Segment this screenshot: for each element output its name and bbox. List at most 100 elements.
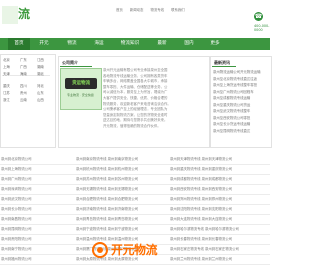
region-link[interactable]: 湖南 bbox=[37, 65, 44, 69]
row-divider bbox=[0, 174, 270, 175]
route-link[interactable]: 泉州到青岛物流专线 泉州到青岛物流公司 bbox=[76, 217, 138, 221]
news-item[interactable]: 泉州至北京物流专线直达往返 bbox=[213, 77, 257, 81]
row-divider bbox=[0, 184, 270, 185]
news-item[interactable]: 泉州至上海货运专线整车零担 bbox=[213, 83, 257, 87]
route-link[interactable]: 泉州到南宁物流公司 bbox=[1, 247, 32, 251]
nav-item-home[interactable]: 首页 bbox=[8, 38, 30, 50]
route-link[interactable]: 泉州到哈尔滨物流专线 泉州到哈尔滨物流公司 bbox=[170, 227, 239, 231]
route-link[interactable]: 泉州到重庆物流专线 泉州到重庆物流公司 bbox=[170, 167, 232, 171]
news-item[interactable]: 泉州至武汉物流专线整车 bbox=[213, 109, 250, 113]
region-link[interactable]: 北京 bbox=[3, 58, 10, 62]
hotline-number: 400-000-0000 bbox=[254, 24, 270, 32]
route-link[interactable]: 泉州到深圳物流公司 bbox=[1, 187, 32, 191]
region-link[interactable]: 广东 bbox=[20, 58, 27, 62]
region-link[interactable]: 海南 bbox=[20, 72, 27, 76]
news-item[interactable]: 泉州至广州物流公司回程车 bbox=[213, 90, 254, 94]
news-item[interactable]: 泉州物流运输公司开元物流运输 bbox=[213, 70, 260, 74]
nav-item[interactable]: 物流 bbox=[58, 38, 86, 50]
route-link[interactable]: 泉州到郑州物流专线 泉州到郑州物流公司 bbox=[170, 197, 232, 201]
route-link[interactable]: 泉州到天津物流专线 泉州到天津物流公司 bbox=[170, 157, 232, 161]
about-text-line: 开元物流，值得信赖的物流合作伙伴。 bbox=[103, 124, 161, 128]
watermark-logo-icon bbox=[92, 242, 108, 258]
news-item[interactable]: 泉州至长沙货运专线运输 bbox=[213, 122, 250, 126]
title-underline bbox=[60, 66, 92, 67]
main-nav: 首页 开元 物流 海运 物流知识 最新 国内 更多 bbox=[0, 38, 270, 50]
route-link[interactable]: 泉州到大连物流专线 泉州到大连物流公司 bbox=[170, 217, 232, 221]
about-text-line: 公司秉承客户至上的经营理念，专业团队为 bbox=[103, 107, 168, 112]
route-link[interactable]: 泉州到福州物流公司 bbox=[1, 257, 32, 261]
nav-item[interactable]: 海运 bbox=[86, 38, 112, 50]
route-link[interactable]: 泉州到合肥物流专线 泉州到合肥物流公司 bbox=[76, 197, 138, 201]
route-link[interactable]: 泉州到宁波物流专线 泉州到宁波物流公司 bbox=[76, 227, 138, 231]
nav-item[interactable]: 更多 bbox=[202, 38, 228, 50]
row-divider bbox=[0, 194, 270, 195]
top-link[interactable]: 新闻动态 bbox=[130, 8, 144, 12]
region-link[interactable]: 天津 bbox=[3, 72, 10, 76]
region-link[interactable]: 浙江 bbox=[3, 98, 10, 102]
about-text-line: 车辆多台，网络覆盖全国各大中城市，承接 bbox=[103, 79, 168, 84]
route-link[interactable]: 泉州到南京物流专线 泉州到南京物流公司 bbox=[76, 157, 138, 161]
region-link[interactable]: 重庆 bbox=[3, 84, 10, 88]
title-underline bbox=[212, 66, 236, 67]
row-divider bbox=[0, 164, 270, 165]
row-divider bbox=[0, 234, 270, 235]
row-divider bbox=[0, 204, 270, 205]
about-text-line: 送达目的地，期待与您携手共创美好未来。 bbox=[103, 118, 168, 123]
about-text-line: 各地物流专线运输业务，公司拥有各类货车 bbox=[103, 73, 168, 78]
region-link[interactable]: 山东 bbox=[37, 91, 44, 95]
route-link[interactable]: 泉州到昆明物流公司 bbox=[1, 227, 32, 231]
route-link[interactable]: 泉州到无锡物流专线 泉州到无锡物流公司 bbox=[76, 187, 138, 191]
route-link[interactable]: 泉州到苏州物流专线 泉州到苏州物流公司 bbox=[76, 177, 138, 181]
about-text-line: 司以诚信为本，服务至上为宗旨，竭诚为广 bbox=[103, 90, 168, 95]
news-item[interactable]: 泉州至昆明物流专线直达 bbox=[213, 129, 250, 133]
route-link[interactable]: 泉州到西安物流专线 泉州到西安物流公司 bbox=[170, 187, 232, 191]
route-link[interactable]: 泉州到北京物流公司 bbox=[1, 157, 32, 161]
route-link[interactable]: 泉州到成都物流专线 泉州到成都物流公司 bbox=[170, 177, 232, 181]
nav-item[interactable]: 物流知识 bbox=[112, 38, 148, 50]
news-item[interactable]: 泉州至西安物流公司零担 bbox=[213, 116, 250, 120]
about-text-line: 您量身定制物流方案，让您的货物安全准时 bbox=[103, 112, 168, 117]
route-link[interactable]: 泉州到长沙物流公司 bbox=[1, 207, 32, 211]
about-text-line: 大客户提供安全、快捷、优质、价格合理的 bbox=[103, 96, 168, 100]
about-text-line: 整车零担、大件运输、仓储配送等业务，公 bbox=[103, 84, 168, 89]
nav-item[interactable]: 最新 bbox=[148, 38, 176, 50]
about-text-line: 物流服务，欢迎新老客户来电咨询洽谈合作。 bbox=[103, 101, 171, 106]
route-link[interactable]: 泉州到武汉物流公司 bbox=[1, 197, 32, 201]
logo-glyph: 流 bbox=[18, 7, 31, 21]
nav-item[interactable]: 国内 bbox=[176, 38, 202, 50]
region-link[interactable]: 贵州 bbox=[20, 91, 27, 95]
route-link[interactable]: 泉州到广州物流公司 bbox=[1, 177, 32, 181]
row-divider bbox=[0, 264, 270, 265]
news-item[interactable]: 泉州至成都物流专线运输 bbox=[213, 96, 250, 100]
region-link[interactable]: 上海 bbox=[3, 65, 10, 69]
top-link[interactable]: 联系我们 bbox=[171, 8, 185, 12]
region-link[interactable]: 湖北 bbox=[37, 72, 44, 76]
top-link[interactable]: 物流专线 bbox=[151, 8, 165, 12]
region-link[interactable]: 广西 bbox=[20, 65, 27, 69]
about-image-caption: 专业物流 · 安全快捷 bbox=[67, 93, 94, 97]
route-link[interactable]: 泉州到杭州物流专线 泉州到杭州物流公司 bbox=[76, 167, 138, 171]
region-link[interactable]: 四川 bbox=[20, 84, 27, 88]
route-link[interactable]: 泉州到济南物流专线 泉州到济南物流公司 bbox=[76, 207, 138, 211]
route-link[interactable]: 泉州到上海物流公司 bbox=[1, 167, 32, 171]
region-link[interactable]: 江西 bbox=[37, 58, 44, 62]
region-link[interactable]: 江苏 bbox=[3, 91, 10, 95]
route-link[interactable]: 泉州到南昌物流公司 bbox=[1, 217, 32, 221]
route-link[interactable]: 泉州到贵阳物流公司 bbox=[1, 237, 32, 241]
route-link[interactable]: 泉州到沈阳物流专线 泉州到沈阳物流公司 bbox=[170, 207, 232, 211]
news-item[interactable]: 泉州至重庆物流公司货运 bbox=[213, 103, 250, 107]
nav-item[interactable]: 开元 bbox=[30, 38, 58, 50]
row-divider bbox=[0, 224, 270, 225]
row-divider bbox=[0, 214, 270, 215]
top-link[interactable]: 首页 bbox=[116, 8, 123, 12]
region-link[interactable]: 云南 bbox=[20, 98, 27, 102]
region-link[interactable]: 山西 bbox=[37, 98, 44, 102]
about-image: 货运物流 专业物流 · 安全快捷 bbox=[60, 68, 102, 110]
phone-icon: ☎ bbox=[254, 12, 263, 21]
about-image-label: 货运物流 bbox=[65, 78, 97, 89]
region-link[interactable]: 河北 bbox=[37, 84, 44, 88]
top-links: 首页 新闻动态 物流专线 联系我们 bbox=[116, 8, 191, 12]
about-text-line: 泉州开元运输有限公司专业承接泉州至全国 bbox=[103, 68, 168, 72]
watermark-text: 开元物流 bbox=[111, 243, 158, 257]
watermark: 开元物流 bbox=[92, 241, 188, 259]
